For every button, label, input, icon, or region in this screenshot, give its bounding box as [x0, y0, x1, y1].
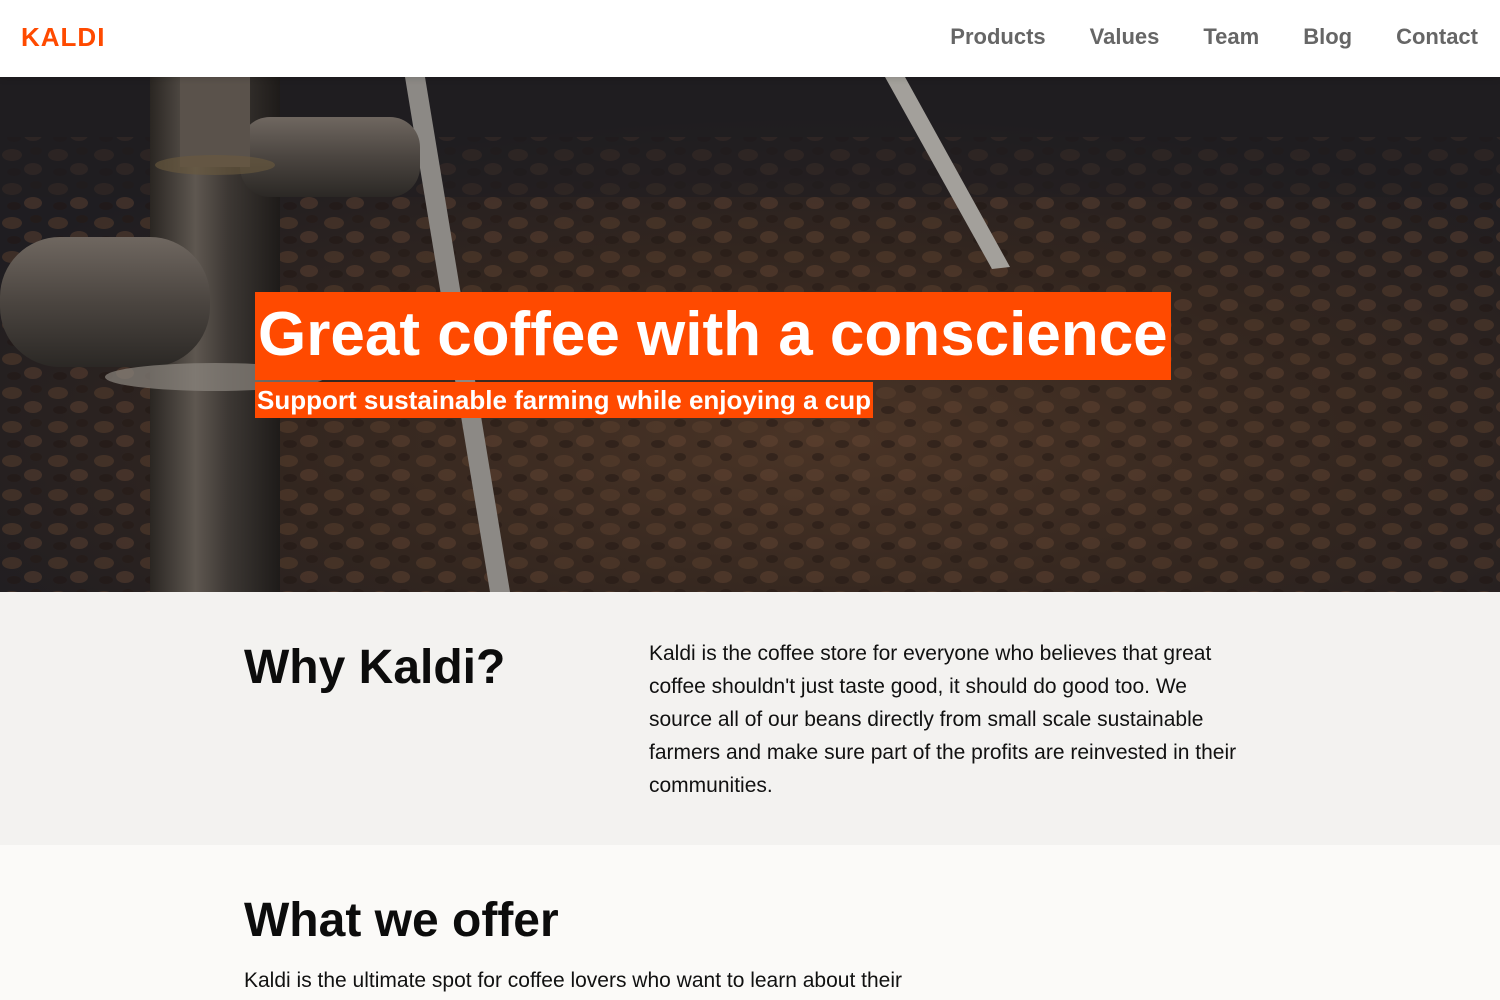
why-kaldi-heading: Why Kaldi?	[244, 641, 506, 694]
kaldi-logo[interactable]: KALDI	[21, 22, 105, 53]
what-we-offer-heading: What we offer	[244, 894, 559, 947]
what-we-offer-text: Kaldi is the ultimate spot for coffee lo…	[244, 969, 902, 992]
what-we-offer-section: What we offer Kaldi is the ultimate spot…	[0, 845, 1500, 1000]
nav-link-team[interactable]: Team	[1203, 24, 1259, 50]
nav-link-contact[interactable]: Contact	[1396, 24, 1478, 50]
hero-title: Great coffee with a conscience	[255, 291, 1171, 380]
nav-link-products[interactable]: Products	[950, 24, 1045, 50]
why-kaldi-text: Kaldi is the coffee store for everyone w…	[649, 642, 1237, 797]
why-kaldi-section: Why Kaldi? Kaldi is the coffee store for…	[0, 592, 1500, 845]
hero-subtitle: Support sustainable farming while enjoyi…	[255, 382, 873, 418]
nav-link-values[interactable]: Values	[1090, 24, 1160, 50]
main-nav: Products Values Team Blog Contact	[950, 24, 1478, 50]
nav-link-blog[interactable]: Blog	[1303, 24, 1352, 50]
hero-section: Great coffee with a conscience Support s…	[0, 77, 1500, 592]
navbar: KALDI Products Values Team Blog Contact	[0, 0, 1500, 77]
